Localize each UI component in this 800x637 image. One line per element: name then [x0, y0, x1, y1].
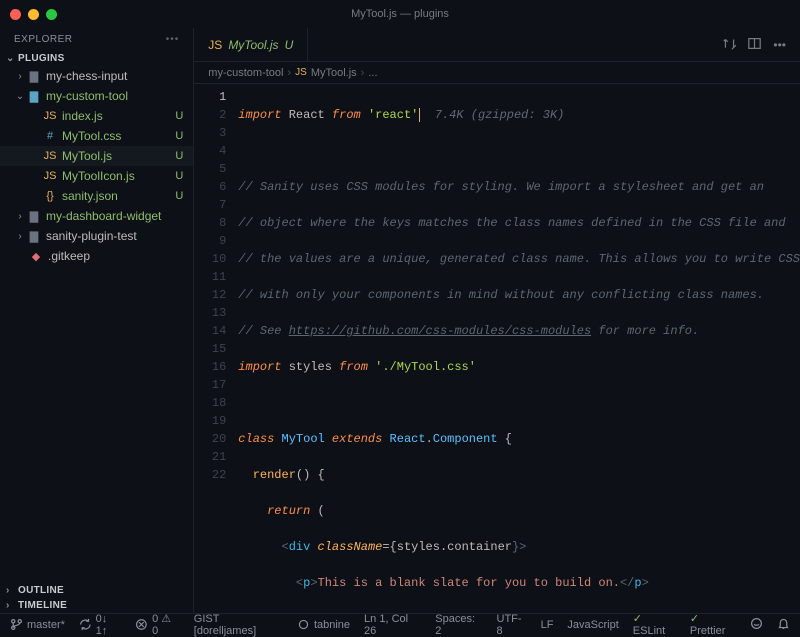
- file-sanity-json[interactable]: {} sanity.json U: [0, 186, 193, 206]
- titlebar: MyTool.js — plugins: [0, 0, 800, 28]
- js-file-icon: JS: [42, 110, 58, 122]
- window-title: MyTool.js — plugins: [0, 8, 800, 20]
- bell-icon[interactable]: [777, 617, 790, 633]
- folder-my-chess-input[interactable]: › ▇ my-chess-input: [0, 66, 193, 86]
- code-editor[interactable]: 12345678910111213141516171819202122 impo…: [194, 84, 800, 613]
- explorer-title: EXPLORER: [14, 34, 72, 45]
- folder-icon: ▇: [26, 210, 42, 223]
- tree-label: my-dashboard-widget: [46, 209, 183, 223]
- tree-label: MyTool.css: [62, 129, 175, 143]
- chevron-down-icon: ⌄: [14, 91, 26, 102]
- cursor-position[interactable]: Ln 1, Col 26: [364, 613, 421, 637]
- close-window-button[interactable]: [10, 9, 21, 20]
- git-status-badge: U: [175, 170, 183, 182]
- js-file-icon: JS: [42, 150, 58, 162]
- tab-mytool-js[interactable]: JS MyTool.js U: [194, 28, 308, 61]
- js-file-icon: JS: [295, 67, 307, 78]
- file-tree: › ▇ my-chess-input ⌄ ▇ my-custom-tool JS…: [0, 66, 193, 583]
- branch-icon: [10, 618, 23, 631]
- tree-label: my-custom-tool: [46, 89, 183, 103]
- circle-icon: [297, 618, 310, 631]
- folder-sanity-plugin-test[interactable]: › ▇ sanity-plugin-test: [0, 226, 193, 246]
- chevron-down-icon: ⌄: [6, 53, 18, 64]
- folder-my-dashboard-widget[interactable]: › ▇ my-dashboard-widget: [0, 206, 193, 226]
- sync-icon: [79, 618, 92, 631]
- file-mytoolicon-js[interactable]: JS MyToolIcon.js U: [0, 166, 193, 186]
- chevron-right-icon: ›: [14, 211, 26, 222]
- code-body[interactable]: import React from 'react' 7.4K (gzipped:…: [238, 84, 800, 613]
- editor-pane: JS MyTool.js U ••• my-custom-tool › JS M…: [194, 28, 800, 613]
- more-actions-icon[interactable]: •••: [773, 38, 786, 52]
- folder-my-custom-tool[interactable]: ⌄ ▇ my-custom-tool: [0, 86, 193, 106]
- git-branch-indicator[interactable]: master*: [10, 618, 65, 631]
- css-file-icon: #: [42, 130, 58, 142]
- compare-changes-icon[interactable]: [723, 37, 736, 53]
- folder-open-icon: ▇: [26, 90, 42, 103]
- status-bar: master* 0↓ 1↑ 0 ⚠ 0 GIST [dorelljames] t…: [0, 613, 800, 635]
- section-header-outline[interactable]: › OUTLINE: [0, 583, 193, 598]
- json-file-icon: {}: [42, 190, 58, 202]
- prettier-indicator[interactable]: Prettier: [690, 612, 736, 637]
- git-status-badge: U: [175, 190, 183, 202]
- indentation-indicator[interactable]: Spaces: 2: [435, 613, 482, 637]
- tree-label: MyTool.js: [62, 149, 175, 163]
- explorer-header: EXPLORER •••: [0, 28, 193, 51]
- tree-label: sanity.json: [62, 189, 175, 203]
- section-header-plugins[interactable]: ⌄ PLUGINS: [0, 51, 193, 66]
- tab-bar: JS MyTool.js U •••: [194, 28, 800, 62]
- tree-label: MyToolIcon.js: [62, 169, 175, 183]
- tabnine-indicator[interactable]: tabnine: [297, 618, 350, 631]
- chevron-right-icon: ›: [14, 231, 26, 242]
- encoding-indicator[interactable]: UTF-8: [497, 613, 527, 637]
- gist-indicator[interactable]: GIST [dorelljames]: [194, 613, 283, 637]
- tree-label: sanity-plugin-test: [46, 229, 183, 243]
- file-mytool-js[interactable]: JS MyTool.js U: [0, 146, 193, 166]
- section-title: TIMELINE: [18, 600, 67, 611]
- window-controls: [10, 9, 57, 20]
- eol-indicator[interactable]: LF: [541, 619, 554, 631]
- explorer-more-icon[interactable]: •••: [166, 34, 180, 45]
- folder-icon: ▇: [26, 70, 42, 83]
- breadcrumb-segment[interactable]: MyTool.js: [311, 67, 357, 79]
- breadcrumb-segment[interactable]: my-custom-tool: [208, 67, 283, 79]
- breadcrumb-segment[interactable]: ...: [368, 67, 377, 79]
- git-file-icon: ◆: [28, 250, 44, 263]
- chevron-right-icon: ›: [14, 71, 26, 82]
- tree-label: index.js: [62, 109, 175, 123]
- section-title: OUTLINE: [18, 585, 64, 596]
- git-status-badge: U: [175, 130, 183, 142]
- breadcrumb[interactable]: my-custom-tool › JS MyTool.js › ...: [194, 62, 800, 84]
- line-number-gutter: 12345678910111213141516171819202122: [194, 84, 238, 613]
- size-hint: 7.4K (gzipped: 3K): [420, 108, 564, 122]
- section-title: PLUGINS: [18, 53, 65, 64]
- eslint-indicator[interactable]: ESLint: [633, 612, 676, 637]
- file-mytool-css[interactable]: # MyTool.css U: [0, 126, 193, 146]
- tab-git-status: U: [285, 38, 294, 52]
- chevron-right-icon: ›: [287, 67, 291, 79]
- section-header-timeline[interactable]: › TIMELINE: [0, 598, 193, 613]
- language-indicator[interactable]: JavaScript: [567, 619, 618, 631]
- chevron-right-icon: ›: [6, 600, 18, 611]
- file-index-js[interactable]: JS index.js U: [0, 106, 193, 126]
- chevron-right-icon: ›: [6, 585, 18, 596]
- problems-indicator[interactable]: 0 ⚠ 0: [135, 612, 179, 637]
- folder-icon: ▇: [26, 230, 42, 243]
- js-file-icon: JS: [42, 170, 58, 182]
- git-status-badge: U: [175, 150, 183, 162]
- maximize-window-button[interactable]: [46, 9, 57, 20]
- chevron-right-icon: ›: [361, 67, 365, 79]
- sync-indicator[interactable]: 0↓ 1↑: [79, 613, 121, 637]
- error-icon: [135, 618, 148, 631]
- file-gitkeep[interactable]: ◆ .gitkeep: [0, 246, 193, 266]
- split-editor-icon[interactable]: [748, 37, 761, 53]
- feedback-icon[interactable]: [750, 617, 763, 633]
- minimize-window-button[interactable]: [28, 9, 39, 20]
- js-file-icon: JS: [208, 38, 222, 52]
- tree-label: .gitkeep: [48, 249, 183, 263]
- git-status-badge: U: [175, 110, 183, 122]
- tab-label: MyTool.js: [228, 38, 278, 52]
- explorer-sidebar: EXPLORER ••• ⌄ PLUGINS › ▇ my-chess-inpu…: [0, 28, 194, 613]
- tree-label: my-chess-input: [46, 69, 183, 83]
